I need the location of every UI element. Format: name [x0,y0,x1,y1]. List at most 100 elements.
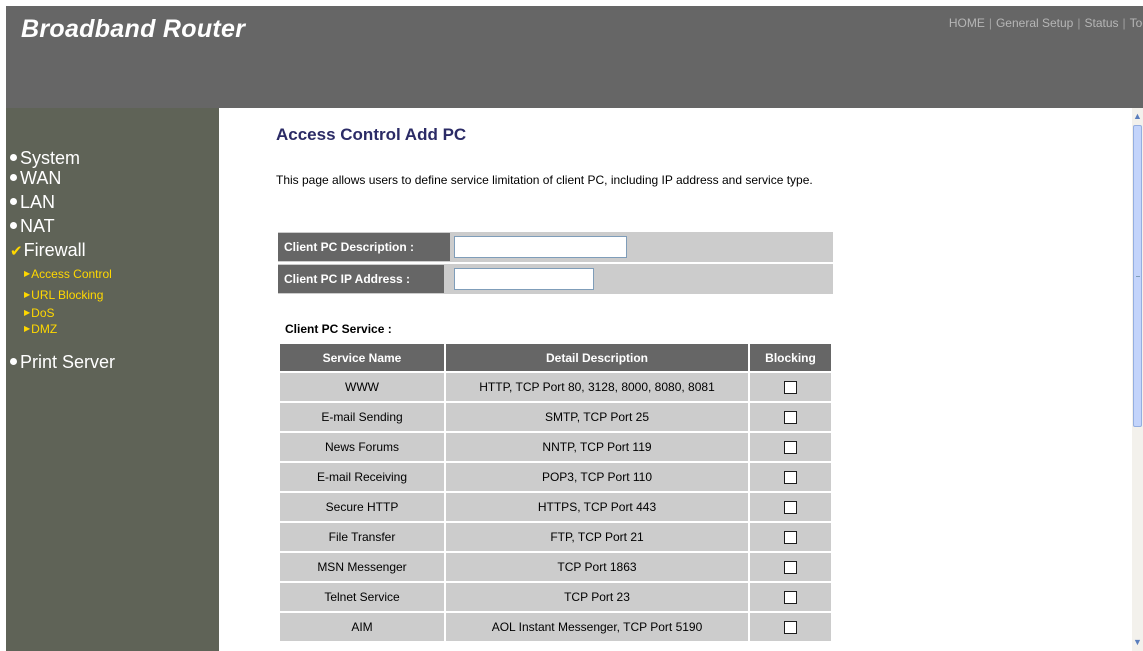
scroll-up-arrow-icon[interactable]: ▲ [1132,108,1143,125]
blocking-cell [750,403,831,431]
service-name-cell: News Forums [280,433,444,461]
sidebar-subitem-dmz[interactable]: ▶DMZ [24,323,57,336]
blocking-checkbox[interactable] [784,381,797,395]
table-row: AIM AOL Instant Messenger, TCP Port 5190 [280,613,831,641]
detail-cell: FTP, TCP Port 21 [446,523,748,551]
main-content: Access Control Add PC This page allows u… [219,108,1132,651]
blocking-checkbox[interactable] [784,531,797,545]
blocking-checkbox[interactable] [784,621,797,635]
field-label: Client PC IP Address : [278,265,444,293]
checkmark-icon: ✔ [10,243,23,260]
service-name-cell: Secure HTTP [280,493,444,521]
blocking-cell [750,463,831,491]
detail-cell: AOL Instant Messenger, TCP Port 5190 [446,613,748,641]
sidebar-subitem-dos[interactable]: ▶DoS [24,307,55,320]
blocking-checkbox[interactable] [784,561,797,575]
service-name-cell: Telnet Service [280,583,444,611]
blocking-cell [750,613,831,641]
nav-home-link[interactable]: HOME [949,16,985,30]
sidebar-item-label: LAN [20,192,56,212]
bullet-icon [10,173,17,181]
table-row: MSN Messenger TCP Port 1863 [280,553,831,581]
nav-tools-link[interactable]: Too [1130,16,1143,30]
blocking-checkbox[interactable] [784,471,797,485]
sidebar-item-system[interactable]: System [10,148,80,168]
service-name-cell: AIM [280,613,444,641]
sidebar-item-label: Print Server [20,352,116,372]
service-section-heading: Client PC Service : [285,322,392,336]
arrow-right-icon: ▶ [24,269,31,279]
sidebar-item-lan[interactable]: LAN [10,192,55,212]
sidebar-item-label: NAT [20,216,55,236]
scroll-grip [1136,276,1140,277]
sidebar-item-nat[interactable]: NAT [10,216,55,236]
table-header-row: Service Name Detail Description Blocking [280,344,831,371]
blocking-checkbox[interactable] [784,441,797,455]
service-name-cell: File Transfer [280,523,444,551]
form-row-description: Client PC Description : [278,232,833,262]
form-row-ip: Client PC IP Address : [278,264,833,294]
table-row: Telnet Service TCP Port 23 [280,583,831,611]
table-row: Secure HTTP HTTPS, TCP Port 443 [280,493,831,521]
blocking-checkbox[interactable] [784,411,797,425]
brand-title: Broadband Router [21,15,246,43]
sidebar-subitem-label: DoS [31,306,55,320]
blocking-cell [750,553,831,581]
header-banner: Broadband Router HOME | General Setup | Stat… [6,6,1143,108]
service-name-cell: E-mail Sending [280,403,444,431]
service-table: Service Name Detail Description Blocking… [278,342,833,643]
vertical-scrollbar[interactable]: ▲ ▼ [1132,108,1143,651]
nav-general-setup-link[interactable]: General Setup [996,16,1073,30]
arrow-right-icon: ▶ [24,290,31,300]
arrow-right-icon: ▶ [24,324,31,334]
page-description: This page allows users to define service… [276,173,813,187]
client-pc-ip-input[interactable] [454,268,594,290]
table-row: WWW HTTP, TCP Port 80, 3128, 8000, 8080,… [280,373,831,401]
detail-cell: NNTP, TCP Port 119 [446,433,748,461]
bullet-icon [10,221,17,229]
detail-cell: HTTP, TCP Port 80, 3128, 8000, 8080, 808… [446,373,748,401]
sidebar-subitem-url-blocking[interactable]: ▶URL Blocking [24,289,103,302]
detail-cell: SMTP, TCP Port 25 [446,403,748,431]
detail-cell: TCP Port 23 [446,583,748,611]
table-row: E-mail Receiving POP3, TCP Port 110 [280,463,831,491]
sidebar-subitem-label: DMZ [31,322,58,336]
sidebar-item-label: System [20,148,81,168]
sidebar-subitem-label: Access Control [31,267,112,281]
blocking-checkbox[interactable] [784,501,797,515]
top-nav: HOME|General Setup|Status|Too [949,16,1143,30]
sidebar-item-label: Firewall [23,240,86,260]
sidebar-subitem-label: URL Blocking [31,288,104,302]
sidebar-item-wan[interactable]: WAN [10,168,61,188]
sidebar-item-firewall[interactable]: ✔Firewall [10,240,86,262]
column-header: Service Name [280,344,444,371]
sidebar-subitem-access-control[interactable]: ▶Access Control [24,268,112,281]
blocking-cell [750,583,831,611]
arrow-right-icon: ▶ [24,308,31,318]
table-row: File Transfer FTP, TCP Port 21 [280,523,831,551]
bullet-icon [10,197,17,205]
table-row: News Forums NNTP, TCP Port 119 [280,433,831,461]
service-name-cell: MSN Messenger [280,553,444,581]
blocking-cell [750,523,831,551]
sidebar-item-print-server[interactable]: Print Server [10,352,115,372]
client-pc-description-input[interactable] [454,236,627,258]
scroll-down-arrow-icon[interactable]: ▼ [1132,634,1143,651]
nav-separator: | [988,16,992,30]
page-title: Access Control Add PC [276,125,467,144]
table-row: E-mail Sending SMTP, TCP Port 25 [280,403,831,431]
detail-cell: TCP Port 1863 [446,553,748,581]
service-name-cell: E-mail Receiving [280,463,444,491]
blocking-cell [750,493,831,521]
scroll-thumb[interactable] [1133,125,1142,427]
blocking-cell [750,433,831,461]
blocking-checkbox[interactable] [784,591,797,605]
field-label: Client PC Description : [278,233,450,261]
nav-status-link[interactable]: Status [1084,16,1118,30]
detail-cell: POP3, TCP Port 110 [446,463,748,491]
sidebar-item-label: WAN [20,168,62,188]
sidebar: System WAN LAN NAT ✔Firewall ▶Access Con… [6,108,219,651]
service-name-cell: WWW [280,373,444,401]
detail-cell: HTTPS, TCP Port 443 [446,493,748,521]
blocking-cell [750,373,831,401]
